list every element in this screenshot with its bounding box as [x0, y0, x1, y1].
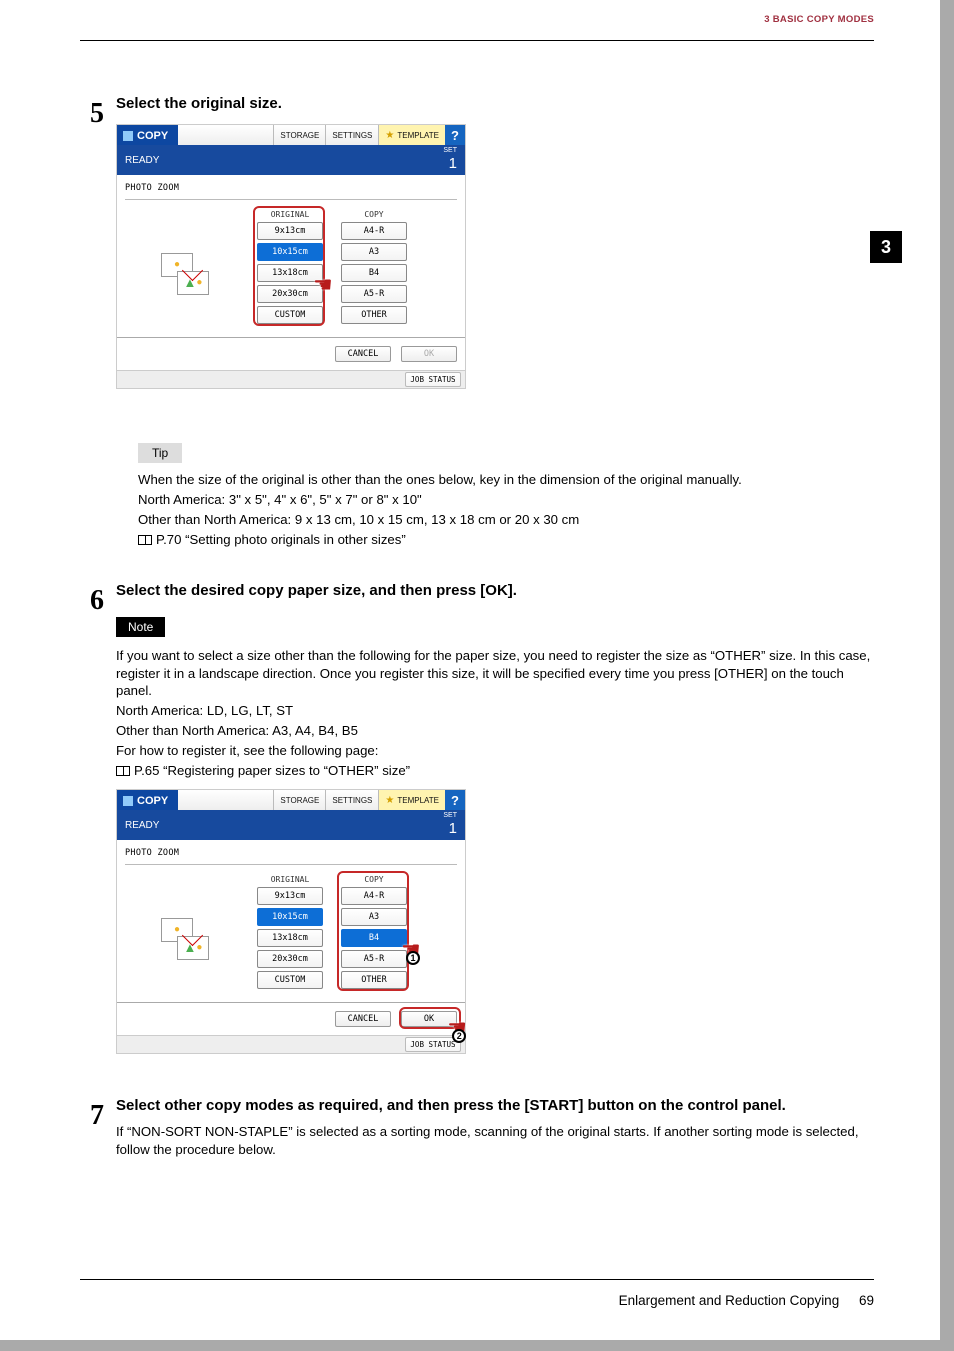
set-label: SET	[443, 812, 457, 819]
section-header: 3 BASIC COPY MODES	[764, 14, 874, 25]
copy-b4[interactable]: B4	[341, 929, 407, 947]
template-label: TEMPLATE	[397, 796, 439, 805]
copier-ui-2: COPY STORAGE SETTINGS ★ TEMPLATE ? READY	[116, 789, 466, 1054]
copy-a5-r[interactable]: A5-R	[341, 950, 407, 968]
set-label: SET	[443, 147, 457, 154]
copy-a3[interactable]: A3	[341, 243, 407, 261]
set-count: 1	[443, 155, 457, 172]
step-text: If “NON-SORT NON-STAPLE” is selected as …	[116, 1123, 880, 1159]
size-custom[interactable]: CUSTOM	[257, 306, 323, 324]
cancel-button[interactable]: CANCEL	[335, 1011, 391, 1027]
settings-button[interactable]: SETTINGS	[325, 125, 378, 145]
tip-block: Tip When the size of the original is oth…	[138, 431, 880, 548]
note-label: Note	[116, 617, 165, 637]
step-5: 5 Select the original size. COPY STORAGE…	[80, 94, 880, 409]
copy-other[interactable]: OTHER	[341, 306, 407, 324]
set-count: 1	[443, 820, 457, 837]
pointer-hand-icon-2: ☚2	[447, 1015, 467, 1041]
pointer-hand-icon-1: ☚1	[401, 937, 421, 963]
copy-a4-r[interactable]: A4-R	[341, 887, 407, 905]
copy-b4[interactable]: B4	[341, 264, 407, 282]
help-button[interactable]: ?	[445, 125, 465, 145]
tip-ref-text: P.70 “Setting photo originals in other s…	[156, 531, 406, 549]
copy-a3[interactable]: A3	[341, 908, 407, 926]
size-20x30[interactable]: 20x30cm	[257, 950, 323, 968]
storage-button[interactable]: STORAGE	[273, 790, 325, 810]
step-7: 7 Select other copy modes as required, a…	[80, 1096, 880, 1160]
note-ref: P.65 “Registering paper sizes to “OTHER”…	[116, 762, 880, 780]
job-status-button[interactable]: JOB STATUS	[405, 372, 461, 387]
pointer-hand-icon: ☚	[313, 272, 333, 298]
template-button[interactable]: ★ TEMPLATE	[378, 125, 445, 145]
original-header: ORIGINAL	[257, 875, 323, 884]
book-icon	[116, 766, 130, 776]
breadcrumb: PHOTO ZOOM	[125, 181, 179, 199]
photo-illustration: ● ▲●	[125, 210, 245, 327]
ready-status: READY	[125, 155, 159, 166]
book-icon	[138, 535, 152, 545]
settings-button[interactable]: SETTINGS	[325, 790, 378, 810]
size-10x15[interactable]: 10x15cm	[257, 243, 323, 261]
note-text-4: For how to register it, see the followin…	[116, 742, 880, 760]
note-text-3: Other than North America: A3, A4, B4, B5	[116, 722, 880, 740]
template-button[interactable]: ★ TEMPLATE	[378, 790, 445, 810]
star-icon: ★	[385, 795, 394, 806]
cancel-button[interactable]: CANCEL	[335, 346, 391, 362]
star-icon: ★	[385, 130, 394, 141]
ui-brand: COPY	[117, 125, 178, 145]
copy-a5-r[interactable]: A5-R	[341, 285, 407, 303]
tip-label: Tip	[138, 443, 182, 463]
ready-status: READY	[125, 820, 159, 831]
step-title: Select other copy modes as required, and…	[116, 1096, 880, 1116]
footer-section: Enlargement and Reduction Copying	[619, 1293, 840, 1308]
size-9x13[interactable]: 9x13cm	[257, 887, 323, 905]
original-header: ORIGINAL	[257, 210, 323, 219]
size-13x18[interactable]: 13x18cm	[257, 929, 323, 947]
breadcrumb: PHOTO ZOOM	[125, 846, 179, 864]
step-number: 7	[80, 1096, 116, 1160]
copy-icon	[123, 131, 133, 141]
step-number: 5	[80, 94, 116, 409]
note-ref-text: P.65 “Registering paper sizes to “OTHER”…	[134, 762, 410, 780]
copy-icon	[123, 796, 133, 806]
ui-brand-label: COPY	[137, 130, 168, 142]
size-9x13[interactable]: 9x13cm	[257, 222, 323, 240]
page-number: 69	[859, 1293, 874, 1308]
photo-illustration: ● ▲●	[125, 875, 245, 992]
help-button[interactable]: ?	[445, 790, 465, 810]
ui-brand: COPY	[117, 790, 178, 810]
copy-header: COPY	[341, 210, 407, 219]
copy-a4-r[interactable]: A4-R	[341, 222, 407, 240]
ok-button[interactable]: OK	[401, 346, 457, 362]
size-10x15[interactable]: 10x15cm	[257, 908, 323, 926]
tip-text-1: When the size of the original is other t…	[138, 471, 880, 489]
page-footer: Enlargement and Reduction Copying 69	[619, 1293, 874, 1308]
template-label: TEMPLATE	[397, 131, 439, 140]
copier-ui-1: COPY STORAGE SETTINGS ★ TEMPLATE ? READY	[116, 124, 466, 389]
ui-brand-label: COPY	[137, 795, 168, 807]
step-title: Select the desired copy paper size, and …	[116, 581, 880, 601]
note-text-2: North America: LD, LG, LT, ST	[116, 702, 880, 720]
tip-text-3: Other than North America: 9 x 13 cm, 10 …	[138, 511, 880, 529]
tip-ref: P.70 “Setting photo originals in other s…	[138, 531, 880, 549]
step-number: 6	[80, 581, 116, 1075]
storage-button[interactable]: STORAGE	[273, 125, 325, 145]
tip-text-2: North America: 3" x 5", 4" x 6", 5" x 7"…	[138, 491, 880, 509]
size-custom[interactable]: CUSTOM	[257, 971, 323, 989]
step-6: 6 Select the desired copy paper size, an…	[80, 581, 880, 1075]
note-text-1: If you want to select a size other than …	[116, 647, 880, 700]
step-title: Select the original size.	[116, 94, 880, 114]
copy-other[interactable]: OTHER	[341, 971, 407, 989]
copy-header: COPY	[341, 875, 407, 884]
